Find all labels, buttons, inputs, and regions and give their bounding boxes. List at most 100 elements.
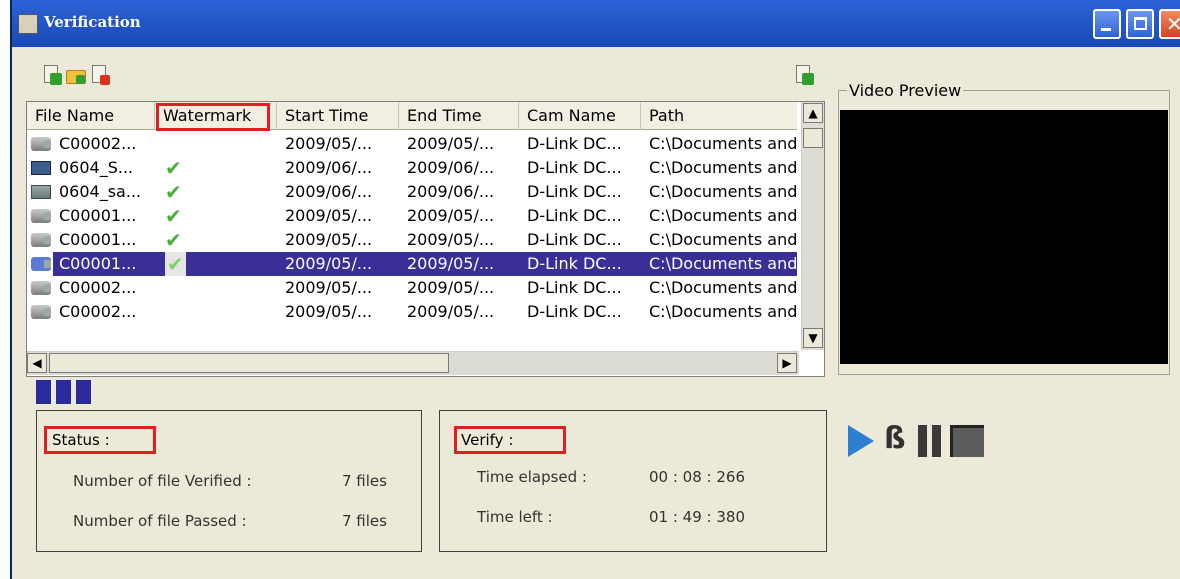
camera-icon <box>31 233 51 247</box>
end-time-cell: 2009/06/... <box>407 158 495 177</box>
table-row[interactable]: C00001... ✔ 2009/05/... 2009/05/... D-Link D… <box>27 204 797 228</box>
path-cell: C:\Documents and <box>649 230 797 249</box>
cam-name-cell: D-Link DC... <box>527 278 622 297</box>
file-name-cell: C00001... <box>59 254 137 273</box>
camera-icon <box>31 305 51 319</box>
export-icon[interactable] <box>794 65 814 87</box>
file-name-cell: C00002... <box>59 134 137 153</box>
column-header-file-name[interactable]: File Name <box>27 102 155 130</box>
table-row[interactable]: 0604_S... ✔ 2009/06/... 2009/06/... D-Link D… <box>27 156 797 180</box>
time-left-label: Time left : <box>477 508 553 526</box>
minimize-icon <box>1101 28 1111 31</box>
check-icon: ✔ <box>165 156 205 180</box>
highlight-box-watermark <box>156 103 270 131</box>
check-icon: ✔ <box>165 252 186 276</box>
end-time-cell: 2009/05/... <box>407 230 495 249</box>
horizontal-scrollbar[interactable]: ◀ ▶ <box>27 351 799 375</box>
check-icon: ✔ <box>165 252 205 276</box>
start-time-cell: 2009/06/... <box>285 158 373 177</box>
check-icon: ✔ <box>165 180 182 204</box>
file-name-cell: 0604_sa... <box>59 182 142 201</box>
file-list[interactable]: File Name Watermark Start Time End Time … <box>26 101 825 377</box>
column-header-start-time[interactable]: Start Time <box>277 102 399 130</box>
progress-segment <box>36 380 51 404</box>
file-name-cell: 0604_S... <box>59 158 134 177</box>
horizontal-scroll-thumb[interactable] <box>49 353 449 373</box>
end-time-cell: 2009/06/... <box>407 182 495 201</box>
camera-icon <box>31 257 51 271</box>
pause-icon[interactable] <box>918 425 944 457</box>
progress-segment <box>76 380 91 404</box>
scroll-down-icon[interactable]: ▼ <box>803 328 823 348</box>
table-row[interactable]: C00001... ✔ 2009/05/... 2009/05/... D-Link D… <box>27 228 797 252</box>
maximize-button[interactable] <box>1126 9 1154 39</box>
window-title: Verification <box>44 13 141 31</box>
end-time-cell: 2009/05/... <box>407 206 495 225</box>
camera-icon <box>31 281 51 295</box>
file-name-cell: C00002... <box>59 302 137 321</box>
stop-icon[interactable] <box>950 425 984 457</box>
watermark-cell <box>165 300 205 324</box>
minimize-button[interactable] <box>1093 9 1121 39</box>
film-icon <box>31 161 51 175</box>
column-header-cam-name[interactable]: Cam Name <box>519 102 641 130</box>
check-icon: ✔ <box>165 204 205 228</box>
cam-name-cell: D-Link DC... <box>527 134 622 153</box>
progress-segment <box>56 380 71 404</box>
scroll-up-icon[interactable]: ▲ <box>803 103 823 123</box>
add-file-icon[interactable] <box>42 65 62 87</box>
path-cell: C:\Documents and <box>649 302 797 321</box>
maximize-icon <box>1134 17 1147 30</box>
path-cell: C:\Documents and <box>649 158 797 177</box>
table-row[interactable]: 0604_sa... ✔ 2009/06/... 2009/06/... D-Link … <box>27 180 797 204</box>
time-left-value: 01 : 49 : 380 <box>649 508 745 526</box>
end-time-cell: 2009/05/... <box>407 302 495 321</box>
scroll-left-icon[interactable]: ◀ <box>27 353 47 373</box>
column-header-end-time[interactable]: End Time <box>399 102 519 130</box>
time-elapsed-value: 00 : 08 : 266 <box>649 468 745 486</box>
person-icon[interactable]: ß <box>884 424 908 456</box>
time-elapsed-label: Time elapsed : <box>477 468 587 486</box>
image-icon <box>31 185 51 199</box>
open-folder-icon[interactable] <box>66 65 86 87</box>
watermark-cell <box>165 276 205 300</box>
files-passed-label: Number of file Passed : <box>73 512 247 530</box>
close-button[interactable]: ✕ <box>1159 9 1180 39</box>
check-icon: ✔ <box>165 180 205 204</box>
cam-name-cell: D-Link DC... <box>527 182 622 201</box>
camera-icon <box>31 209 51 223</box>
start-time-cell: 2009/06/... <box>285 182 373 201</box>
start-time-cell: 2009/05/... <box>285 302 373 321</box>
table-row[interactable]: C00002... 2009/05/... 2009/05/... D-Link DC… <box>27 300 797 324</box>
watermark-cell <box>165 132 205 156</box>
column-header-path[interactable]: Path <box>641 102 797 130</box>
vertical-scroll-thumb[interactable] <box>803 128 823 148</box>
check-icon: ✔ <box>165 228 205 252</box>
play-icon[interactable] <box>848 425 874 457</box>
table-row[interactable]: C00002... 2009/05/... 2009/05/... D-Link DC… <box>27 132 797 156</box>
path-cell: C:\Documents and <box>649 182 797 201</box>
files-passed-value: 7 files <box>342 512 387 530</box>
camera-icon <box>31 137 51 151</box>
title-bar[interactable]: Verification ✕ <box>12 0 1180 47</box>
pause-bar <box>932 425 941 457</box>
start-time-cell: 2009/05/... <box>285 206 373 225</box>
files-verified-label: Number of file Verified : <box>73 472 252 490</box>
path-cell: C:\Documents and <box>649 206 797 225</box>
scroll-right-icon[interactable]: ▶ <box>777 353 797 373</box>
remove-file-icon[interactable] <box>90 65 110 87</box>
end-time-cell: 2009/05/... <box>407 134 495 153</box>
table-row[interactable]: C00001... ✔ 2009/05/... 2009/05/... D-Link D… <box>27 252 797 276</box>
status-title: Status : <box>52 431 110 449</box>
check-icon: ✔ <box>165 156 182 180</box>
vertical-scrollbar[interactable]: ▲ ▼ <box>801 102 824 350</box>
start-time-cell: 2009/05/... <box>285 230 373 249</box>
start-time-cell: 2009/05/... <box>285 254 373 273</box>
cam-name-cell: D-Link DC... <box>527 206 622 225</box>
cam-name-cell: D-Link DC... <box>527 254 622 273</box>
app-icon <box>18 14 38 34</box>
video-preview-label: Video Preview <box>847 81 964 100</box>
table-row[interactable]: C00002... 2009/05/... 2009/05/... D-Link DC… <box>27 276 797 300</box>
list-header: File Name Watermark Start Time End Time … <box>27 102 797 130</box>
check-icon: ✔ <box>165 228 182 252</box>
